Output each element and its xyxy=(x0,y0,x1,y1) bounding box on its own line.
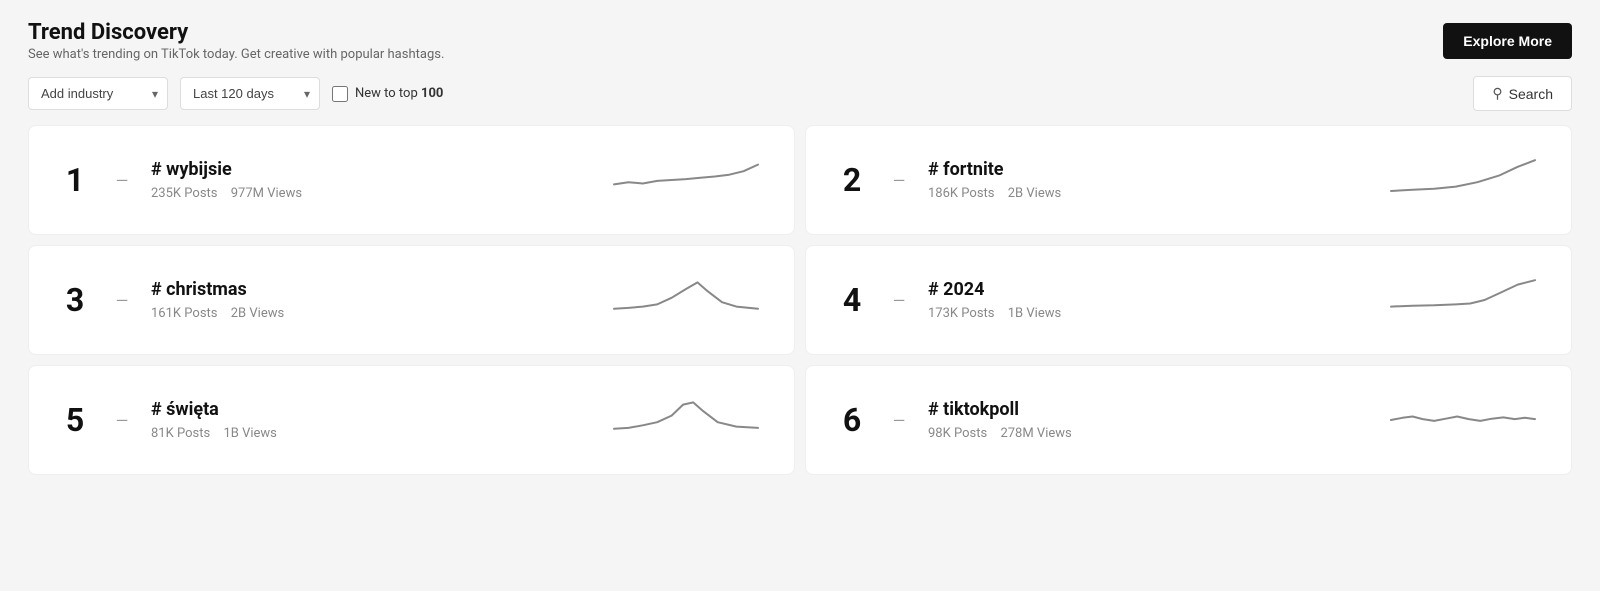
trend-chart xyxy=(1383,150,1543,210)
trend-card[interactable]: 4 — # 2024 173K Posts 1B Views xyxy=(805,245,1572,355)
trend-card[interactable]: 5 — # święta 81K Posts 1B Views xyxy=(28,365,795,475)
trend-name: # 2024 xyxy=(928,279,1363,300)
trend-change: — xyxy=(113,411,131,430)
header-left: Trend Discovery See what's trending on T… xyxy=(28,20,444,62)
new-to-top-checkbox-label[interactable]: New to top 100 xyxy=(332,86,443,102)
trend-rank: 5 xyxy=(57,401,93,439)
trend-views: 2B Views xyxy=(1008,186,1061,201)
page-title: Trend Discovery xyxy=(28,20,444,45)
trend-rank: 6 xyxy=(834,401,870,439)
trend-stats: 186K Posts 2B Views xyxy=(928,186,1363,201)
trend-stats: 161K Posts 2B Views xyxy=(151,306,586,321)
trend-chart xyxy=(1383,270,1543,330)
trend-name: # tiktokpoll xyxy=(928,399,1363,420)
trend-name: # christmas xyxy=(151,279,586,300)
trend-name: # fortnite xyxy=(928,159,1363,180)
trend-change: — xyxy=(113,171,131,190)
industry-select-wrapper: Add industry xyxy=(28,77,168,110)
search-label: Search xyxy=(1509,86,1553,102)
trend-rank: 1 xyxy=(57,161,93,199)
trend-card[interactable]: 1 — # wybijsie 235K Posts 977M Views xyxy=(28,125,795,235)
trend-chart xyxy=(1383,390,1543,450)
trend-info: # fortnite 186K Posts 2B Views xyxy=(928,159,1363,201)
trend-views: 1B Views xyxy=(1008,306,1061,321)
trend-posts: 235K Posts xyxy=(151,186,218,201)
trend-info: # święta 81K Posts 1B Views xyxy=(151,399,586,441)
new-to-top-checkbox[interactable] xyxy=(332,86,348,102)
trend-rank: 3 xyxy=(57,281,93,319)
trend-info: # 2024 173K Posts 1B Views xyxy=(928,279,1363,321)
trend-views: 977M Views xyxy=(231,186,302,201)
trend-views: 1B Views xyxy=(223,426,276,441)
trend-posts: 98K Posts xyxy=(928,426,987,441)
trend-info: # wybijsie 235K Posts 977M Views xyxy=(151,159,586,201)
trend-name: # święta xyxy=(151,399,586,420)
trend-stats: 81K Posts 1B Views xyxy=(151,426,586,441)
trend-posts: 81K Posts xyxy=(151,426,210,441)
trend-name: # wybijsie xyxy=(151,159,586,180)
header: Trend Discovery See what's trending on T… xyxy=(0,0,1600,76)
trend-change: — xyxy=(890,171,908,190)
trend-info: # tiktokpoll 98K Posts 278M Views xyxy=(928,399,1363,441)
trend-posts: 161K Posts xyxy=(151,306,218,321)
trend-chart xyxy=(606,150,766,210)
trend-views: 2B Views xyxy=(231,306,284,321)
trend-info: # christmas 161K Posts 2B Views xyxy=(151,279,586,321)
trend-views: 278M Views xyxy=(1000,426,1071,441)
trend-rank: 2 xyxy=(834,161,870,199)
trend-grid: 1 — # wybijsie 235K Posts 977M Views 2 —… xyxy=(0,125,1600,495)
trend-card[interactable]: 3 — # christmas 161K Posts 2B Views xyxy=(28,245,795,355)
explore-more-button[interactable]: Explore More xyxy=(1443,23,1572,59)
trend-card[interactable]: 2 — # fortnite 186K Posts 2B Views xyxy=(805,125,1572,235)
trend-card[interactable]: 6 — # tiktokpoll 98K Posts 278M Views xyxy=(805,365,1572,475)
trend-change: — xyxy=(113,291,131,310)
filters-bar: Add industry Last 120 days New to top 10… xyxy=(0,76,1600,125)
trend-rank: 4 xyxy=(834,281,870,319)
industry-select[interactable]: Add industry xyxy=(28,77,168,110)
new-to-top-text: New to top 100 xyxy=(355,86,443,101)
trend-chart xyxy=(606,270,766,330)
trend-change: — xyxy=(890,291,908,310)
search-icon: ⚲ xyxy=(1492,85,1502,102)
trend-stats: 235K Posts 977M Views xyxy=(151,186,586,201)
days-select[interactable]: Last 120 days xyxy=(180,77,320,110)
trend-posts: 173K Posts xyxy=(928,306,995,321)
trend-stats: 173K Posts 1B Views xyxy=(928,306,1363,321)
days-select-wrapper: Last 120 days xyxy=(180,77,320,110)
trend-stats: 98K Posts 278M Views xyxy=(928,426,1363,441)
new-to-top-number: 100 xyxy=(421,86,443,101)
trend-posts: 186K Posts xyxy=(928,186,995,201)
search-button[interactable]: ⚲ Search xyxy=(1473,76,1572,111)
trend-chart xyxy=(606,390,766,450)
page-subtitle: See what's trending on TikTok today. Get… xyxy=(28,47,444,62)
trend-change: — xyxy=(890,411,908,430)
